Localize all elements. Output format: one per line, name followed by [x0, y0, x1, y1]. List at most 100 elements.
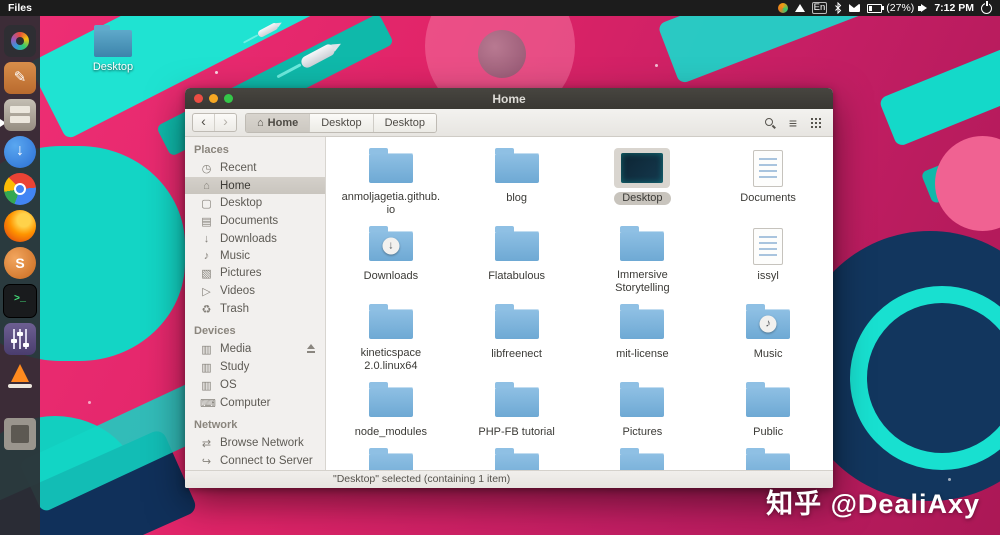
file-icon-box	[363, 148, 419, 188]
file-label: kineticspace 2.0.linux64	[360, 347, 422, 372]
dock-item-vlc[interactable]	[4, 360, 36, 392]
sidebar-item-pictures[interactable]: ▧ Pictures	[185, 264, 325, 282]
dock-item-settings[interactable]	[4, 25, 36, 57]
battery-icon[interactable]	[867, 3, 885, 13]
file-item-public[interactable]: Public	[705, 376, 831, 442]
sidebar-item-connect-to-server[interactable]: ↪ Connect to Server	[185, 452, 325, 470]
dock-item-screens[interactable]	[4, 418, 36, 450]
bluetooth-icon[interactable]	[834, 2, 842, 14]
sidebar-item-study[interactable]: ▥ Study	[185, 358, 325, 376]
wifi-icon[interactable]	[794, 4, 805, 12]
file-item-sketchbook[interactable]: sketchbook	[328, 442, 454, 470]
file-icon-box	[363, 304, 419, 344]
app-menu-files[interactable]: Files	[8, 2, 32, 14]
file-item-immersive-storytelling[interactable]: Immersive Storytelling	[580, 220, 706, 298]
file-item-downloads[interactable]: Downloads	[328, 220, 454, 298]
file-item-templates[interactable]: Templates	[454, 442, 580, 470]
file-item-libfreenect[interactable]: libfreenect	[454, 298, 580, 376]
keyboard-layout-indicator[interactable]: En	[811, 2, 828, 14]
dock-item-notes[interactable]	[4, 62, 36, 94]
sidebar-item-music[interactable]: ♪ Music	[185, 247, 325, 264]
search-icon[interactable]	[764, 117, 776, 129]
pathbar-segment-desktop[interactable]: Desktop	[373, 113, 436, 132]
watermark-text: 知乎 @DealiAxy	[766, 489, 980, 519]
maximize-button[interactable]	[224, 94, 233, 103]
list-view-icon[interactable]: ≡	[789, 116, 797, 130]
file-item-node-modules[interactable]: node_modules	[328, 376, 454, 442]
dock-item-terminal[interactable]	[3, 284, 37, 318]
file-label: blog	[506, 192, 528, 204]
file-item-flatabulous[interactable]: Flatabulous	[454, 220, 580, 298]
forward-button[interactable]: ›	[214, 114, 236, 131]
sidebar-item-icon: ▥	[201, 379, 212, 392]
file-icon	[368, 226, 413, 261]
window-controls	[194, 94, 233, 103]
nav-buttons: ‹ ›	[192, 113, 237, 132]
file-item-music[interactable]: Music	[705, 298, 831, 376]
file-icon-box	[740, 382, 796, 422]
sidebar-item-icon: ▥	[201, 361, 212, 374]
minimize-button[interactable]	[209, 94, 218, 103]
file-item-anmoljagetia-github-io[interactable]: anmoljagetia.github.io	[328, 142, 454, 220]
dock-item-sogou[interactable]	[4, 247, 36, 279]
file-item-blog[interactable]: blog	[454, 142, 580, 220]
desktop-shortcut-folder[interactable]: Desktop	[82, 25, 144, 73]
sidebar-item-recent[interactable]: ◷ Recent	[185, 159, 325, 177]
file-label: Downloads	[363, 270, 419, 282]
sidebar-item-downloads[interactable]: ↓ Downloads	[185, 230, 325, 247]
file-icon-box	[740, 148, 796, 188]
input-method-icon[interactable]	[777, 3, 788, 13]
file-label: node_modules	[354, 426, 427, 438]
file-item-videos[interactable]: Videos	[705, 442, 831, 470]
eject-icon[interactable]	[306, 344, 316, 354]
dock-item-chrome[interactable]	[4, 173, 36, 205]
places-sidebar: Places ◷ Recent ⌂ Home ▢ Desktop ▤ Docum…	[185, 137, 326, 470]
toolbar-view-controls: ≡	[764, 116, 826, 130]
dock-item-mixer[interactable]	[4, 323, 36, 355]
close-button[interactable]	[194, 94, 203, 103]
sidebar-item-videos[interactable]: ▷ Videos	[185, 282, 325, 300]
file-item-kineticspace-2-0-linux64[interactable]: kineticspace 2.0.linux64	[328, 298, 454, 376]
sidebar-item-computer[interactable]: ⌨ Computer	[185, 394, 325, 412]
sidebar-item-desktop[interactable]: ▢ Desktop	[185, 194, 325, 212]
file-icon-box	[740, 304, 796, 344]
window-titlebar[interactable]: Home	[185, 88, 833, 109]
sidebar-item-browse-network[interactable]: ⇄ Browse Network	[185, 434, 325, 452]
pathbar-segment-home[interactable]: Home	[246, 113, 311, 132]
sidebar-item-home[interactable]: ⌂ Home	[185, 177, 325, 194]
sidebar-item-documents[interactable]: ▤ Documents	[185, 212, 325, 230]
messages-icon[interactable]	[849, 4, 861, 12]
power-icon[interactable]	[981, 2, 992, 14]
top-panel: Files En (27%) 7:12 PM	[0, 0, 1000, 16]
file-item-mit-license[interactable]: mit-license	[580, 298, 706, 376]
dock-item-firefox[interactable]	[4, 210, 36, 242]
file-icon-box	[740, 226, 796, 266]
status-bar: "Desktop" selected (containing 1 item)	[185, 470, 833, 488]
volume-icon[interactable]	[918, 4, 928, 12]
file-icon-box	[489, 148, 545, 188]
file-item-issyl[interactable]: issyl	[705, 220, 831, 298]
sidebar-item-icon: ♻	[201, 303, 212, 316]
pathbar-segment-desktop[interactable]: Desktop	[310, 113, 374, 132]
pathbar-label: Desktop	[321, 116, 362, 129]
dock-item-files[interactable]	[4, 99, 36, 131]
file-icon	[746, 304, 791, 339]
file-icon	[746, 448, 791, 470]
dock-item-downloader[interactable]	[4, 136, 36, 168]
back-button[interactable]: ‹	[193, 114, 214, 131]
sidebar-item-label: Documents	[220, 215, 279, 227]
sidebar-item-label: OS	[220, 379, 237, 391]
grid-view-icon[interactable]	[810, 117, 821, 128]
sidebar-item-trash[interactable]: ♻ Trash	[185, 300, 325, 318]
file-item-documents[interactable]: Documents	[705, 142, 831, 220]
file-item-php-fb-tutorial[interactable]: PHP-FB tutorial	[454, 376, 580, 442]
sidebar-item-label: Desktop	[220, 197, 263, 209]
sidebar-header-devices: Devices	[194, 325, 236, 337]
clock[interactable]: 7:12 PM	[934, 2, 974, 14]
sidebar-item-os[interactable]: ▥ OS	[185, 376, 325, 394]
file-item-desktop[interactable]: Desktop	[580, 142, 706, 220]
file-item-pictures[interactable]: Pictures	[580, 376, 706, 442]
sidebar-item-media[interactable]: ▥ Media	[185, 340, 325, 358]
file-item-tmp[interactable]: tmp	[580, 442, 706, 470]
file-label: Pictures	[622, 426, 663, 438]
